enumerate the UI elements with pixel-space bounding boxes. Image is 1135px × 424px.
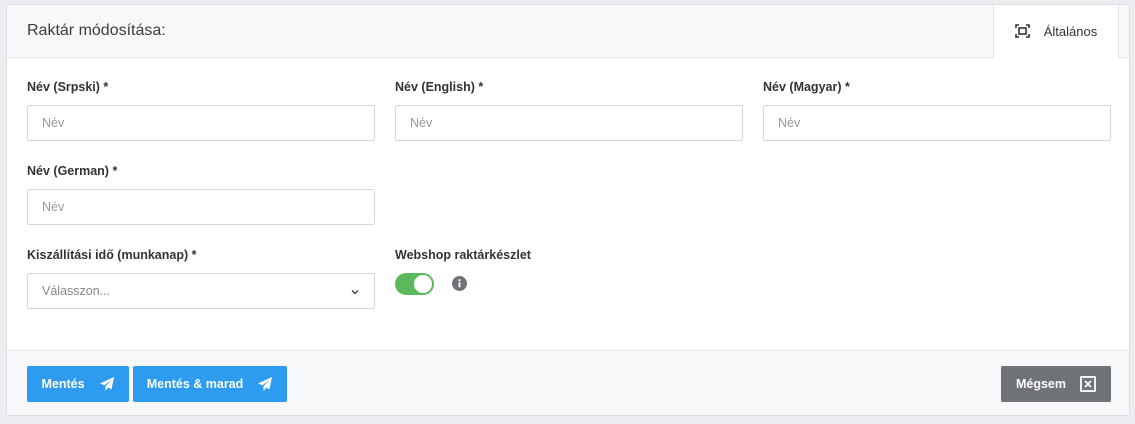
name-german-label: Név (German) *: [27, 164, 118, 178]
cancel-button-label: Mégsem: [1015, 377, 1067, 391]
chevron-down-icon: [350, 286, 360, 296]
tab-general-label: Általános: [1043, 23, 1098, 39]
name-magyar-label: Név (Magyar) *: [763, 80, 850, 94]
delivery-time-value: Válasszon...: [42, 284, 111, 298]
edit-warehouse-card: Raktár módosítása: Általános Név (Srpski…: [6, 4, 1130, 416]
toggle-knob: [414, 275, 432, 293]
webshop-stock-label: Webshop raktárkészlet: [395, 248, 531, 262]
save-and-stay-label: Mentés & marad: [146, 377, 244, 391]
info-icon[interactable]: [452, 276, 467, 291]
name-magyar-input[interactable]: [763, 105, 1111, 141]
delivery-time-select[interactable]: Válasszon...: [27, 273, 375, 309]
save-button[interactable]: Mentés: [27, 366, 129, 402]
page-title: Raktár módosítása:: [27, 22, 166, 39]
name-english-label: Név (English) *: [395, 80, 484, 94]
webshop-stock-toggle[interactable]: [395, 273, 434, 295]
card-footer: Mentés Mentés & marad Mégsem: [7, 350, 1129, 415]
save-and-stay-button[interactable]: Mentés & marad: [133, 366, 287, 402]
tab-general[interactable]: Általános: [993, 5, 1119, 58]
send-icon: [257, 376, 273, 392]
expand-icon: [1014, 24, 1030, 38]
name-srpski-input[interactable]: [27, 105, 375, 141]
send-icon: [99, 376, 115, 392]
delivery-time-label: Kiszállítási idő (munkanap) *: [27, 248, 197, 262]
name-srpski-label: Név (Srpski) *: [27, 80, 109, 94]
card-header: Raktár módosítása: Általános: [7, 5, 1129, 58]
save-button-label: Mentés: [41, 377, 85, 391]
name-english-input[interactable]: [395, 105, 743, 141]
close-box-icon: [1080, 376, 1096, 392]
name-german-input[interactable]: [27, 189, 375, 225]
cancel-button[interactable]: Mégsem: [1001, 366, 1111, 402]
